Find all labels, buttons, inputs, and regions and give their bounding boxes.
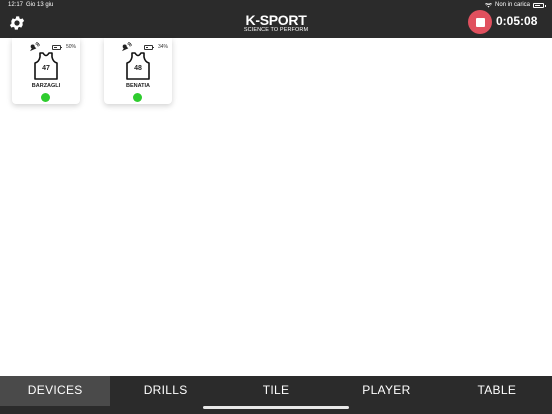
jersey-number: 48 bbox=[134, 65, 142, 72]
battery-percent: 34% bbox=[158, 44, 169, 50]
tab-drills[interactable]: DRILLS bbox=[110, 376, 220, 406]
ksport-logo: K-SPORT SCIENCE TO PERFORM bbox=[236, 13, 316, 34]
top-bar: 12:17 Gio 13 giu Non in carica K-SPORT S… bbox=[0, 0, 552, 38]
status-date: Gio 13 giu bbox=[26, 2, 54, 8]
charging-status: Non in carica bbox=[494, 2, 530, 8]
stop-recording-button[interactable] bbox=[468, 10, 492, 34]
status-right: Non in carica bbox=[484, 2, 546, 8]
battery-percent: 50% bbox=[66, 44, 77, 50]
logo-tagline: SCIENCE TO PERFORM bbox=[243, 27, 309, 33]
tab-table[interactable]: TABLE bbox=[442, 376, 552, 406]
jersey-number: 47 bbox=[42, 65, 50, 72]
status-time: 12:17 bbox=[8, 2, 24, 8]
player-name: BARZAGLI bbox=[31, 83, 61, 89]
tab-devices[interactable]: DEVICES bbox=[0, 376, 111, 406]
logo-main-text: K-SPORT bbox=[245, 12, 307, 28]
signal-antenna-icon bbox=[121, 42, 132, 52]
wifi-icon bbox=[484, 2, 492, 7]
connection-status-dot bbox=[133, 93, 142, 102]
battery-icon bbox=[533, 2, 546, 8]
home-indicator[interactable] bbox=[203, 406, 349, 409]
device-card-1[interactable]: 50% 47 BARZAGLI bbox=[12, 38, 80, 104]
stop-icon bbox=[475, 17, 485, 27]
session-timer: 0:05:08 bbox=[496, 14, 538, 28]
device-card-2[interactable]: 34% 48 BENATIA bbox=[104, 38, 172, 104]
connection-status-dot bbox=[41, 93, 50, 102]
device-battery-icon bbox=[144, 45, 154, 50]
tab-player[interactable]: PLAYER bbox=[331, 376, 441, 406]
device-battery-icon bbox=[52, 45, 62, 50]
signal-antenna-icon bbox=[29, 42, 40, 52]
player-name: BENATIA bbox=[125, 83, 151, 89]
settings-gear-icon[interactable] bbox=[8, 14, 26, 32]
tab-tile[interactable]: TILE bbox=[221, 376, 331, 406]
